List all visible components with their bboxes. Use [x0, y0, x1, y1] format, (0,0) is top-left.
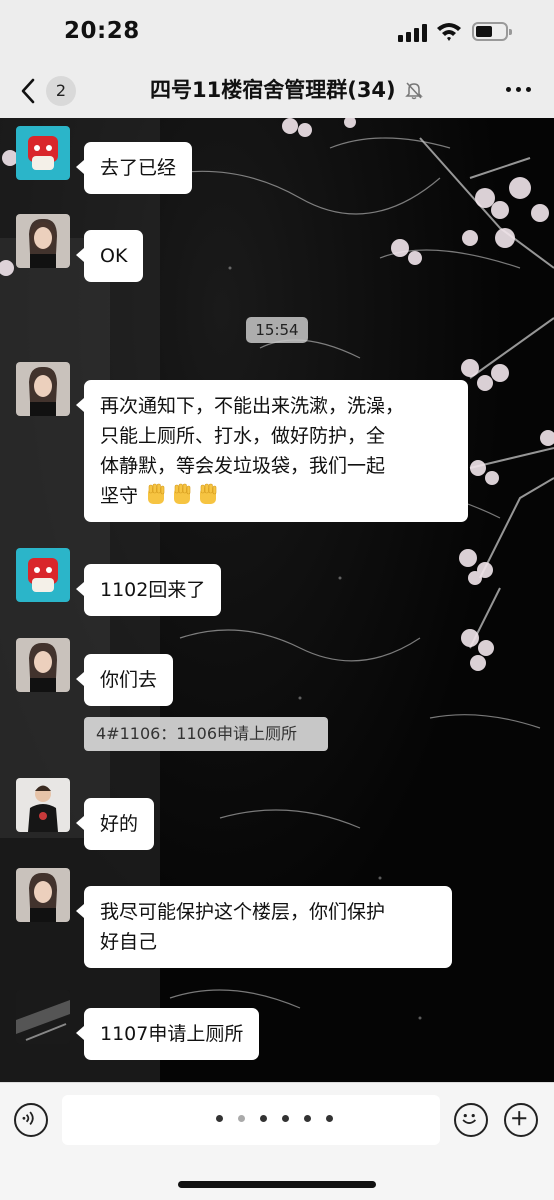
message-input[interactable]: [62, 1095, 440, 1145]
message-bubble[interactable]: 去了已经: [75, 142, 193, 194]
bell-slash-icon: [405, 82, 423, 100]
typing-dots: [216, 1115, 346, 1123]
chat-title: 四号11楼宿舍管理群(34): [150, 78, 396, 102]
dark-photo-avatar[interactable]: [16, 990, 70, 1044]
girl-photo-avatar[interactable]: [16, 638, 70, 692]
smile-icon[interactable]: [454, 1103, 488, 1137]
message-line-with-emoji: 坚守: [100, 481, 452, 511]
message-bubble[interactable]: 我尽可能保护这个楼层，你们保护 好自己: [76, 886, 452, 968]
message-line: 再次通知下，不能出来洗漱，洗澡，: [100, 395, 405, 417]
girl-photo-avatar[interactable]: [16, 214, 70, 268]
status-time: 20:28: [64, 18, 140, 44]
girl-photo-avatar[interactable]: [16, 362, 70, 416]
chat-area[interactable]: 去了已经 OK 15:54 再次通知下，不能出来洗漱，洗澡， 只能上厕所、打水，…: [0, 118, 554, 1082]
message-line: 坚守: [100, 485, 139, 507]
message-line: 好自己: [100, 931, 158, 953]
raised-fist-emoji: [200, 483, 217, 504]
timestamp: 15:54: [246, 317, 308, 343]
message-bubble[interactable]: 1107申请上厕所: [75, 1008, 260, 1060]
raised-fist-emoji: [148, 483, 165, 504]
message-bubble[interactable]: OK: [75, 230, 144, 282]
red-cartoon-avatar[interactable]: [16, 126, 70, 180]
top-bar: 20:28 2 四号11楼宿舍管理群(34): [0, 0, 554, 118]
chevron-left-icon: [21, 78, 35, 104]
more-dots-icon[interactable]: [506, 84, 532, 96]
message-bubble[interactable]: 1102回来了: [75, 564, 222, 616]
message-bubble[interactable]: 好的: [75, 798, 155, 850]
voice-icon[interactable]: [14, 1103, 48, 1137]
quoted-message[interactable]: 4#1106：1106申请上厕所: [84, 717, 328, 751]
unread-count-badge: 2: [46, 76, 76, 106]
home-indicator: [178, 1181, 376, 1188]
message-line: 体静默，等会发垃圾袋，我们一起: [100, 455, 386, 477]
red-cartoon-avatar[interactable]: [16, 548, 70, 602]
raised-fist-emoji: [174, 483, 191, 504]
signal-icon: [398, 24, 428, 42]
message-bubble[interactable]: 你们去: [75, 654, 174, 706]
black-shirt-avatar[interactable]: [16, 778, 70, 832]
message-line: 我尽可能保护这个楼层，你们保护: [100, 901, 386, 923]
wifi-icon: [437, 23, 461, 41]
message-line: 只能上厕所、打水，做好防护，全: [100, 425, 386, 447]
girl-photo-avatar[interactable]: [16, 868, 70, 922]
message-bubble[interactable]: 再次通知下，不能出来洗漱，洗澡， 只能上厕所、打水，做好防护，全 体静默，等会发…: [76, 380, 468, 522]
plus-icon[interactable]: [504, 1103, 538, 1137]
input-bar: [0, 1082, 554, 1200]
battery-icon: [472, 22, 512, 41]
back-button[interactable]: 2: [18, 76, 76, 106]
